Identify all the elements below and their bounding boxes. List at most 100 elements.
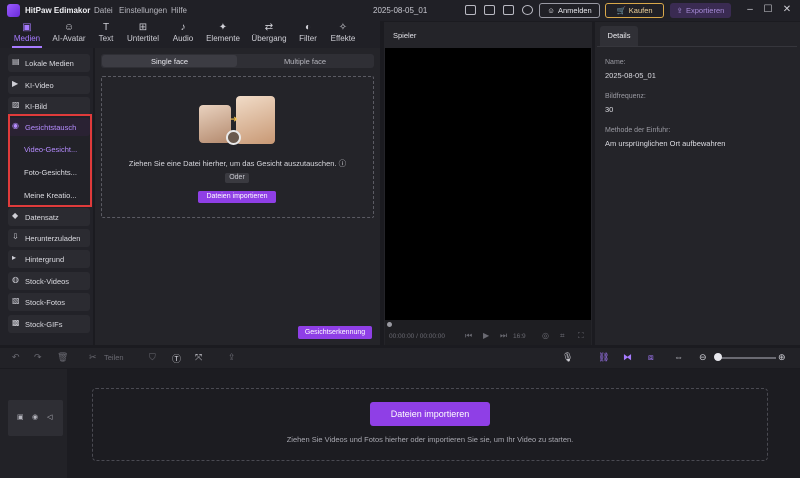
text-icon: T [102, 22, 110, 33]
maximize-icon[interactable]: ☐ [762, 4, 774, 15]
text-add-icon[interactable]: Ⓣ [172, 352, 181, 365]
highlight-box [8, 114, 92, 207]
user-icon: ☺ [547, 6, 555, 15]
next-frame-icon[interactable]: ⏭ [500, 331, 507, 341]
caret-right-icon: ▸ [12, 253, 17, 262]
multiple-face-tab[interactable]: Multiple face [237, 55, 373, 67]
name-value: 2025-08-05_01 [605, 71, 656, 80]
export-icon: ⇪ [676, 6, 683, 15]
timeline-import-button[interactable]: Dateien importieren [370, 402, 490, 426]
swap-arrow-icon: ➜ [230, 114, 238, 124]
drop-instruction: Ziehen Sie eine Datei hierher, um das Ge… [128, 159, 347, 168]
media-icon: ▣ [22, 22, 32, 33]
gif-icon: ▩ [12, 318, 20, 327]
gift-icon[interactable] [465, 5, 476, 15]
scissors-icon[interactable]: ✂ [89, 352, 97, 363]
speaker-icon[interactable]: ◁ [47, 413, 52, 421]
lock-icon[interactable]: ▣ [17, 413, 24, 421]
folder-icon: ▤ [12, 57, 20, 66]
download-icon[interactable] [522, 5, 533, 15]
layout-icon[interactable] [484, 5, 495, 15]
delete-icon[interactable]: 🗑 [57, 352, 68, 363]
play-icon[interactable]: ▶ [483, 331, 489, 340]
zoom-slider[interactable] [718, 357, 776, 359]
magnet-icon[interactable]: ⧓ [623, 352, 632, 363]
fps-label: Bildfrequenz: [605, 93, 646, 100]
single-face-tab[interactable]: Single face [102, 55, 237, 67]
sidebar-item-downloads[interactable]: ⇩ Herunterzuladen [8, 229, 90, 247]
face-avatar [226, 130, 241, 145]
zoom-slider-handle[interactable] [714, 353, 722, 361]
undo-icon[interactable]: ↶ [12, 352, 20, 363]
player-preview[interactable] [385, 48, 591, 320]
import-files-button[interactable]: Dateien importieren [198, 191, 276, 203]
tab-media[interactable]: ▣ Medien [8, 22, 46, 47]
seek-handle[interactable] [387, 322, 392, 327]
fullscreen-icon[interactable]: ⛶ [578, 331, 584, 341]
link-icon[interactable]: ⛓ [598, 352, 609, 363]
tab-filter[interactable]: ◐ Filter [293, 22, 323, 47]
elements-icon: ✦ [218, 22, 228, 33]
microphone-icon[interactable]: 🎙 [562, 352, 573, 363]
app-logo-icon [7, 4, 20, 17]
image-icon: ▨ [12, 100, 20, 109]
snap-icon[interactable]: ⧈ [648, 352, 654, 363]
tab-effects[interactable]: ✧ Effekte [326, 22, 360, 47]
eye-icon[interactable]: ◉ [32, 413, 38, 421]
stock-photo-icon: ▧ [12, 296, 20, 305]
export-button[interactable]: ⇪ Exportieren [670, 3, 731, 18]
close-icon[interactable]: ✕ [781, 4, 793, 15]
tab-ai-avatar[interactable]: ☺ AI-Avatar [48, 22, 90, 47]
tab-subtitle[interactable]: ⊞ Untertitel [122, 22, 164, 47]
insert-method-label: Methode der Einfuhr: [605, 127, 671, 134]
face-detection-button[interactable]: Gesichtserkennung [298, 326, 372, 339]
tab-details[interactable]: Details [600, 26, 638, 46]
prev-frame-icon[interactable]: ⏮ [465, 331, 472, 341]
sidebar-item-stock-videos[interactable]: ◍ Stock-Videos [8, 272, 90, 290]
timeline-hint: Ziehen Sie Videos und Fotos hierher oder… [286, 435, 574, 444]
tab-elements[interactable]: ✦ Elemente [202, 22, 244, 47]
or-label: Oder [225, 173, 249, 183]
fit-icon[interactable]: ⇔ [674, 352, 683, 362]
feedback-icon[interactable] [503, 5, 514, 15]
sidebar-item-dataset[interactable]: ◆ Datensatz [8, 208, 90, 226]
tab-transition[interactable]: ⇄ Übergang [248, 22, 290, 47]
aspect-ratio-select[interactable]: 16:9 [513, 333, 526, 340]
menu-settings[interactable]: Einstellungen [119, 6, 167, 15]
sidebar-item-ai-video[interactable]: ▶ KI-Video [8, 76, 90, 94]
cart-icon: 🛒 [616, 6, 626, 15]
sidebar-item-local-media[interactable]: ▤ Lokale Medien [8, 54, 90, 72]
download-icon: ⇩ [12, 232, 19, 241]
fps-value: 30 [605, 105, 614, 114]
transition-icon: ⇄ [264, 22, 274, 33]
sidebar-item-ai-image[interactable]: ▨ KI-Bild [8, 97, 90, 115]
trim-icon[interactable]: ⤧ [195, 352, 202, 363]
sidebar-item-background[interactable]: ▸ Hintergrund [8, 250, 90, 268]
buy-button[interactable]: 🛒 Kaufen [605, 3, 664, 18]
redo-icon[interactable]: ↷ [34, 352, 42, 363]
sidebar-item-stock-gifs[interactable]: ▩ Stock-GIFs [8, 315, 90, 333]
details-divider [597, 46, 797, 47]
zoom-in-icon[interactable]: ⊕ [778, 352, 786, 363]
split-label[interactable]: Teilen [104, 353, 124, 362]
timecode: 00:00:00 / 00:00:00 [389, 333, 446, 340]
shield-icon[interactable]: ⛉ [149, 352, 156, 363]
login-button[interactable]: ☺ Anmelden [539, 3, 600, 18]
snapshot-icon[interactable]: ◎ [542, 331, 549, 340]
project-title: 2025-08-05_01 [373, 6, 428, 15]
dataset-icon: ◆ [12, 211, 19, 220]
target-face-image [236, 96, 275, 144]
sidebar-item-stock-photos[interactable]: ▧ Stock-Fotos [8, 293, 90, 311]
menu-help[interactable]: Hilfe [171, 6, 187, 15]
audio-icon: ♪ [180, 22, 186, 33]
minimize-icon[interactable]: – [744, 4, 756, 15]
tab-text[interactable]: T Text [93, 22, 119, 47]
menu-file[interactable]: Datei [94, 6, 113, 15]
tab-audio[interactable]: ♪ Audio [168, 22, 198, 47]
zoom-out-icon[interactable]: ⊖ [699, 352, 707, 363]
insert-method-value: Am ursprünglichen Ort aufbewahren [605, 139, 726, 148]
export-frame-icon[interactable]: ⇪ [228, 352, 236, 363]
crop-icon[interactable]: ⌗ [560, 331, 565, 341]
info-icon[interactable]: ⓘ [339, 159, 347, 168]
player-title: Spieler [393, 31, 417, 40]
